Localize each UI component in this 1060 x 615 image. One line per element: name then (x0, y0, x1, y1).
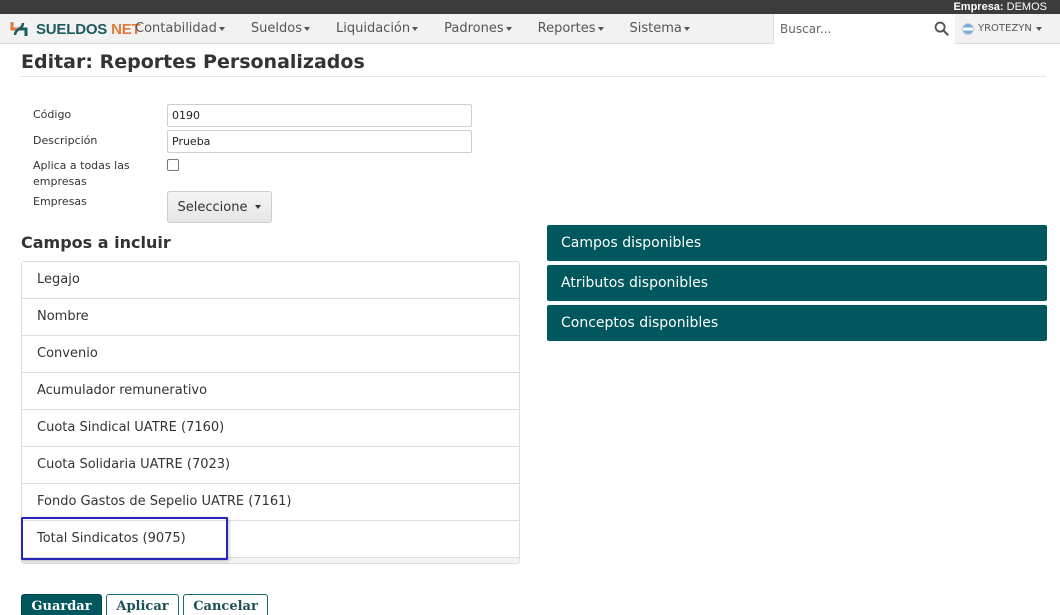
aplica-checkbox[interactable] (167, 159, 179, 171)
search-input[interactable] (774, 14, 929, 44)
list-item[interactable]: Legajo (22, 262, 519, 299)
user-name: YROTEZYN (978, 23, 1032, 34)
empresa-value: DEMOS (1006, 1, 1047, 13)
chevron-down-icon (255, 205, 262, 209)
chevron-down-icon (304, 26, 310, 31)
chevron-down-icon (597, 26, 604, 31)
chevron-down-icon (505, 26, 512, 31)
search-box (773, 14, 955, 44)
codigo-label: Código (33, 108, 72, 121)
list-item[interactable]: Fondo Gastos de Sepelio UATRE (7161) (22, 484, 519, 521)
chevron-down-icon (218, 26, 225, 31)
aplica-label-line2: empresas (33, 175, 87, 188)
descripcion-field[interactable] (167, 130, 472, 153)
list-item[interactable]: Acumulador remunerativo (22, 373, 519, 410)
menu-liquidacion[interactable]: Liquidación (323, 14, 431, 44)
menu-label: Sistema (629, 21, 682, 36)
flag-icon (962, 23, 974, 35)
search-icon[interactable] (934, 21, 949, 36)
user-menu[interactable]: YROTEZYN (962, 14, 1042, 44)
list-item[interactable]: Cuota Solidaria UATRE (7023) (22, 447, 519, 484)
menu-padrones[interactable]: Padrones (431, 14, 525, 44)
panel-conceptos-disponibles[interactable]: Conceptos disponibles (547, 305, 1047, 341)
menu-label: Padrones (444, 21, 504, 36)
title-divider (21, 76, 1046, 77)
list-item[interactable]: Total Sindicatos (9075) (22, 521, 519, 558)
menu-contabilidad[interactable]: Contabilidad (122, 14, 238, 44)
empresas-select[interactable]: Seleccione (167, 191, 272, 223)
empresas-select-value: Seleccione (177, 199, 248, 215)
menu-label: Contabilidad (135, 21, 217, 36)
aplica-label-line1: Aplica a todas las (33, 159, 130, 172)
empresas-label: Empresas (33, 195, 87, 208)
brand-part1: SUELDOS (36, 20, 108, 38)
menu-label: Sueldos (250, 21, 302, 36)
main-menu: Contabilidad Sueldos Liquidación Padrone… (122, 14, 703, 44)
panel-campos-disponibles[interactable]: Campos disponibles (547, 225, 1047, 261)
chevron-down-icon (412, 26, 419, 31)
campos-title: Campos a incluir (21, 233, 171, 252)
cancel-button[interactable]: Cancelar (183, 594, 268, 615)
empresa-label: Empresa: (953, 1, 1004, 13)
logo-icon (10, 22, 28, 36)
aplica-label: Aplica a todas las empresas (33, 158, 130, 190)
menu-sistema[interactable]: Sistema (617, 14, 703, 44)
empresa-indicator: Empresa: DEMOS (953, 0, 1047, 14)
apply-button[interactable]: Aplicar (106, 594, 179, 615)
menu-reportes[interactable]: Reportes (525, 14, 617, 44)
list-item[interactable]: Cuota Sindical UATRE (7160) (22, 410, 519, 447)
menu-sueldos[interactable]: Sueldos (238, 14, 323, 44)
save-button[interactable]: Guardar (21, 594, 102, 615)
panel-atributos-disponibles[interactable]: Atributos disponibles (547, 265, 1047, 301)
list-item[interactable]: Convenio (22, 336, 519, 373)
menu-label: Liquidación (336, 21, 411, 36)
chevron-down-icon (683, 26, 690, 31)
chevron-down-icon (1035, 27, 1042, 31)
campos-list: Legajo Nombre Convenio Acumulador remune… (21, 261, 520, 564)
menu-label: Reportes (537, 21, 596, 36)
page-title: Editar: Reportes Personalizados (21, 51, 365, 73)
descripcion-label: Descripción (33, 134, 98, 147)
list-item[interactable]: Nombre (22, 299, 519, 336)
top-strip: Empresa: DEMOS (0, 0, 1060, 14)
navbar: SUELDOS NET Contabilidad Sueldos Liquida… (0, 14, 1060, 44)
codigo-field[interactable] (167, 104, 472, 127)
logo[interactable]: SUELDOS NET (8, 17, 141, 41)
